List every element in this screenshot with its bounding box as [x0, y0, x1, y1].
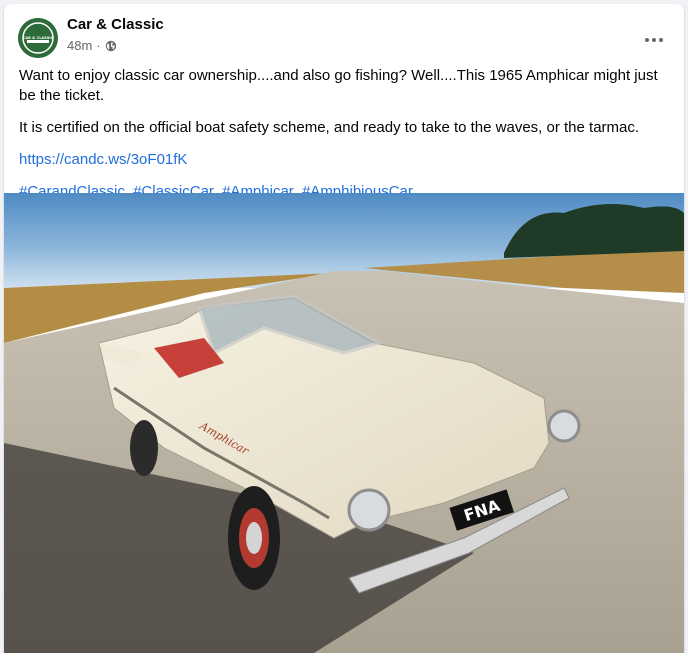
car-and-classic-logo: CAR & CLASSIC [18, 18, 58, 58]
post-timestamp[interactable]: 48m [67, 38, 92, 53]
meta-separator: · [96, 38, 101, 53]
post-card: CAR & CLASSIC Car & Classic 48m · Want t… [4, 4, 684, 653]
page-avatar[interactable]: CAR & CLASSIC [18, 18, 58, 58]
post-options-button[interactable] [636, 22, 672, 58]
hubcap [246, 522, 262, 554]
globe-icon[interactable] [105, 40, 117, 52]
headlight-right [547, 409, 581, 443]
headlight-left [347, 488, 391, 532]
post-text-paragraph-1: Want to enjoy classic car ownership....a… [19, 67, 658, 104]
post-header: CAR & CLASSIC Car & Classic 48m · [4, 4, 684, 64]
page-name-link[interactable]: Car & Classic [67, 16, 164, 33]
rear-wheel [130, 420, 158, 476]
post-link[interactable]: https://candc.ws/3oF01fK [19, 151, 187, 168]
post-body: Want to enjoy classic car ownership....a… [19, 66, 669, 214]
post-meta: 48m · [67, 38, 117, 53]
post-photo-amphicar[interactable]: FNA Amphicar [4, 193, 684, 653]
more-dots-icon [645, 38, 663, 42]
post-text-paragraph-2: It is certified on the official boat saf… [19, 119, 640, 136]
svg-text:CAR & CLASSIC: CAR & CLASSIC [23, 36, 54, 40]
